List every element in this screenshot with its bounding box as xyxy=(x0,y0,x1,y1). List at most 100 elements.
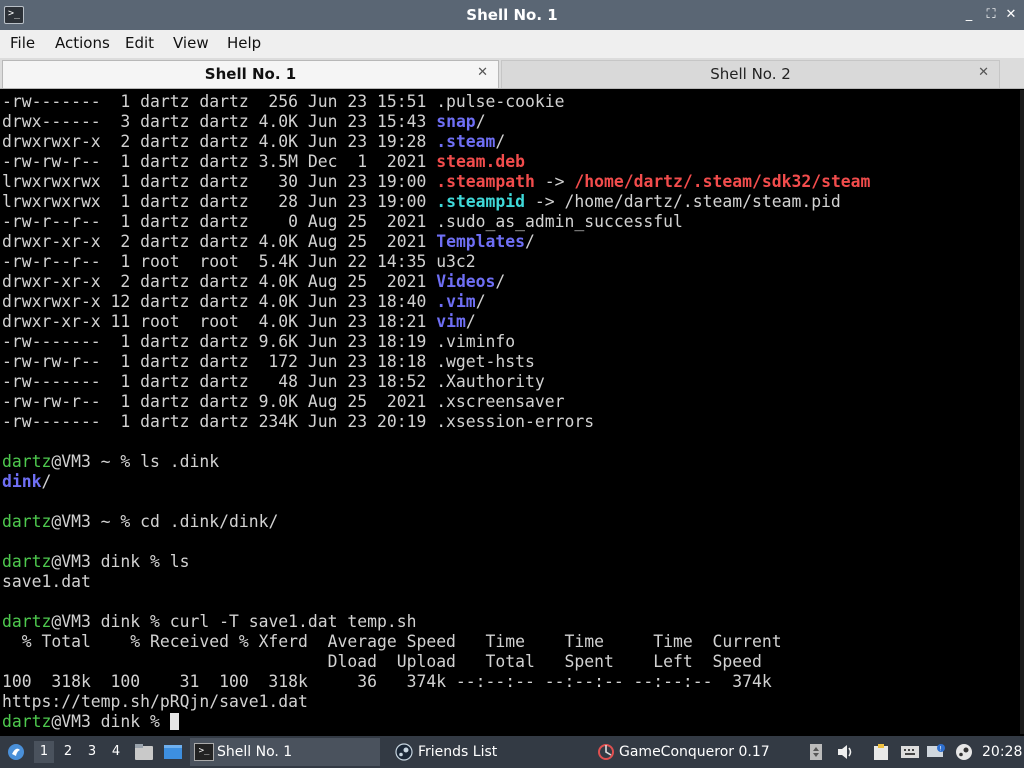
terminal-line: -rw-r--r-- 1 dartz dartz 0 Aug 25 2021 .… xyxy=(2,212,683,231)
ls-entry-name: Templates xyxy=(436,232,526,251)
close-button[interactable]: ✕ xyxy=(1002,5,1020,25)
terminal-text-segment: @VM3 ~ % cd .dink/dink/ xyxy=(51,512,279,531)
task-shell-no-1[interactable]: >_ Shell No. 1 xyxy=(190,738,380,766)
terminal-line: dartz@VM3 ~ % ls .dink xyxy=(2,452,219,471)
tab-close-icon[interactable]: ✕ xyxy=(978,65,989,80)
terminal-line: -rw-rw-r-- 1 dartz dartz 3.5M Dec 1 2021… xyxy=(2,152,525,171)
prompt-user: dartz xyxy=(2,512,52,531)
show-desktop-icon[interactable] xyxy=(163,743,182,761)
ls-entry-name: .steampath xyxy=(436,172,535,191)
terminal-text-segment: -> xyxy=(534,172,575,191)
tab-shell-2[interactable]: Shell No. 2 ✕ xyxy=(501,60,1000,88)
task-friends-list[interactable]: Friends List xyxy=(392,738,582,766)
terminal-line: -rw------- 1 dartz dartz 256 Jun 23 15:5… xyxy=(2,92,564,111)
terminal-line: drwxrwxr-x 2 dartz dartz 4.0K Jun 23 19:… xyxy=(2,132,505,151)
terminal-icon: >_ xyxy=(194,743,214,761)
terminal-text-segment: -rw-rw-r-- 1 dartz dartz 3.5M Dec 1 2021 xyxy=(2,152,437,171)
terminal-text-segment: drwxr-xr-x 2 dartz dartz 4.0K Aug 25 202… xyxy=(2,272,437,291)
workspace-4[interactable]: 4 xyxy=(106,741,126,763)
file-manager-icon[interactable] xyxy=(134,743,153,761)
terminal-text-segment: / xyxy=(495,132,506,151)
terminal-text-segment: save1.dat xyxy=(2,572,91,591)
maximize-button[interactable]: ⛶ xyxy=(982,5,1000,25)
workspace-1[interactable]: 1 xyxy=(34,741,54,763)
terminal-text: -rw------- 1 dartz dartz 256 Jun 23 15:5… xyxy=(0,90,1020,732)
terminal-text-segment: / xyxy=(495,272,506,291)
terminal-line: drwx------ 3 dartz dartz 4.0K Jun 23 15:… xyxy=(2,112,486,131)
terminal-line: 100 318k 100 31 100 318k 36 374k --:--:-… xyxy=(2,672,772,691)
prompt-user: dartz xyxy=(2,552,52,571)
terminal-text-segment: / xyxy=(41,472,52,491)
terminal-text-segment: -rw------- 1 dartz dartz 234K Jun 23 20:… xyxy=(2,412,595,431)
menu-file[interactable]: File xyxy=(10,30,35,56)
prompt-user: dartz xyxy=(2,452,52,471)
clock[interactable]: 20:28 xyxy=(982,736,1022,768)
ls-entry-name: steam.deb xyxy=(436,152,526,171)
terminal-line: dink/ xyxy=(2,472,51,491)
start-menu-icon[interactable] xyxy=(6,742,26,762)
menubar: File Actions Edit View Help xyxy=(0,30,1024,58)
terminal-text-segment: lrwxrwxrwx 1 dartz dartz 30 Jun 23 19:00 xyxy=(2,172,437,191)
task-label: Friends List xyxy=(418,744,498,760)
terminal-line: lrwxrwxrwx 1 dartz dartz 28 Jun 23 19:00… xyxy=(2,192,841,211)
terminal-text-segment: % Total % Received % Xferd Average Speed… xyxy=(2,632,782,651)
terminal-output[interactable]: -rw------- 1 dartz dartz 256 Jun 23 15:5… xyxy=(0,90,1020,734)
terminal-text-segment: https://temp.sh/pRQjn/save1.dat xyxy=(2,692,308,711)
task-gameconqueror[interactable]: GameConqueror 0.17 xyxy=(594,738,794,766)
terminal-text-segment: -rw------- 1 dartz dartz 9.6K Jun 23 18:… xyxy=(2,332,516,351)
terminal-text-segment: drwxrwxr-x 12 dartz dartz 4.0K Jun 23 18… xyxy=(2,292,437,311)
terminal-text-segment: 100 318k 100 31 100 318k 36 374k --:--:-… xyxy=(2,672,772,691)
network-icon[interactable]: ! xyxy=(926,743,945,761)
task-label: GameConqueror 0.17 xyxy=(619,744,770,760)
terminal-text-segment: lrwxrwxrwx 1 dartz dartz 28 Jun 23 19:00 xyxy=(2,192,437,211)
terminal-line: dartz@VM3 dink % curl -T save1.dat temp.… xyxy=(2,612,416,631)
tab-shell-1[interactable]: Shell No. 1 ✕ xyxy=(2,60,499,88)
terminal-line: -rw-r--r-- 1 root root 5.4K Jun 22 14:35… xyxy=(2,252,476,271)
gameconqueror-icon xyxy=(596,743,616,768)
terminal-line: Dload Upload Total Spent Left Speed xyxy=(2,652,762,671)
tab-label: Shell No. 2 xyxy=(710,65,791,83)
terminal-scrollbar[interactable] xyxy=(1020,90,1024,734)
terminal-line: -rw------- 1 dartz dartz 234K Jun 23 20:… xyxy=(2,412,594,431)
keyboard-icon[interactable] xyxy=(900,743,919,761)
window-titlebar[interactable]: >_ Shell No. 1 _ ⛶ ✕ xyxy=(0,0,1024,30)
terminal-cursor xyxy=(169,713,179,730)
ls-entry-name: .steampid xyxy=(436,192,526,211)
terminal-line: dartz@VM3 dink % xyxy=(2,712,179,731)
terminal-text-segment: -rw-rw-r-- 1 dartz dartz 172 Jun 23 18:1… xyxy=(2,352,535,371)
terminal-text-segment: drwxr-xr-x 11 root root 4.0K Jun 23 18:2… xyxy=(2,312,437,331)
prompt-user: dartz xyxy=(2,712,52,731)
terminal-text-segment: drwx------ 3 dartz dartz 4.0K Jun 23 15:… xyxy=(2,112,437,131)
ls-entry-name: dink xyxy=(2,472,42,491)
terminal-text-segment: / xyxy=(465,312,476,331)
terminal-text-segment: @VM3 dink % ls xyxy=(51,552,190,571)
terminal-line: -rw-rw-r-- 1 dartz dartz 172 Jun 23 18:1… xyxy=(2,352,535,371)
menu-view[interactable]: View xyxy=(173,30,209,56)
terminal-text-segment: drwxrwxr-x 2 dartz dartz 4.0K Jun 23 19:… xyxy=(2,132,437,151)
terminal-text-segment: / xyxy=(475,292,486,311)
ls-entry-name: vim xyxy=(436,312,466,331)
terminal-text-segment: Dload Upload Total Spent Left Speed xyxy=(2,652,762,671)
terminal-line: drwxr-xr-x 2 dartz dartz 4.0K Aug 25 202… xyxy=(2,272,505,291)
minimize-button[interactable]: _ xyxy=(960,5,978,25)
terminal-line: -rw------- 1 dartz dartz 9.6K Jun 23 18:… xyxy=(2,332,515,351)
ls-entry-name: /home/dartz/.steam/sdk32/steam xyxy=(574,172,871,191)
terminal-line: dartz@VM3 dink % ls xyxy=(2,552,190,571)
clipboard-icon[interactable] xyxy=(872,743,890,761)
workspace-3[interactable]: 3 xyxy=(82,741,102,763)
tab-close-icon[interactable]: ✕ xyxy=(477,65,488,80)
terminal-text-segment: @VM3 dink % curl -T save1.dat temp.sh xyxy=(51,612,417,631)
volume-icon[interactable] xyxy=(836,743,854,761)
steam-tray-icon[interactable] xyxy=(954,743,972,761)
ls-entry-name: Videos xyxy=(436,272,496,291)
terminal-text-segment: -rw------- 1 dartz dartz 256 Jun 23 15:5… xyxy=(2,92,565,111)
menu-actions[interactable]: Actions xyxy=(55,30,110,56)
workspace-2[interactable]: 2 xyxy=(58,741,78,763)
menu-edit[interactable]: Edit xyxy=(125,30,154,56)
menu-help[interactable]: Help xyxy=(227,30,261,56)
terminal-line: lrwxrwxrwx 1 dartz dartz 30 Jun 23 19:00… xyxy=(2,172,870,191)
terminal-line: -rw-rw-r-- 1 dartz dartz 9.0K Aug 25 202… xyxy=(2,392,564,411)
scroll-lock-icon[interactable] xyxy=(808,743,826,761)
terminal-text-segment: -rw------- 1 dartz dartz 48 Jun 23 18:52… xyxy=(2,372,545,391)
terminal-line: https://temp.sh/pRQjn/save1.dat xyxy=(2,692,308,711)
